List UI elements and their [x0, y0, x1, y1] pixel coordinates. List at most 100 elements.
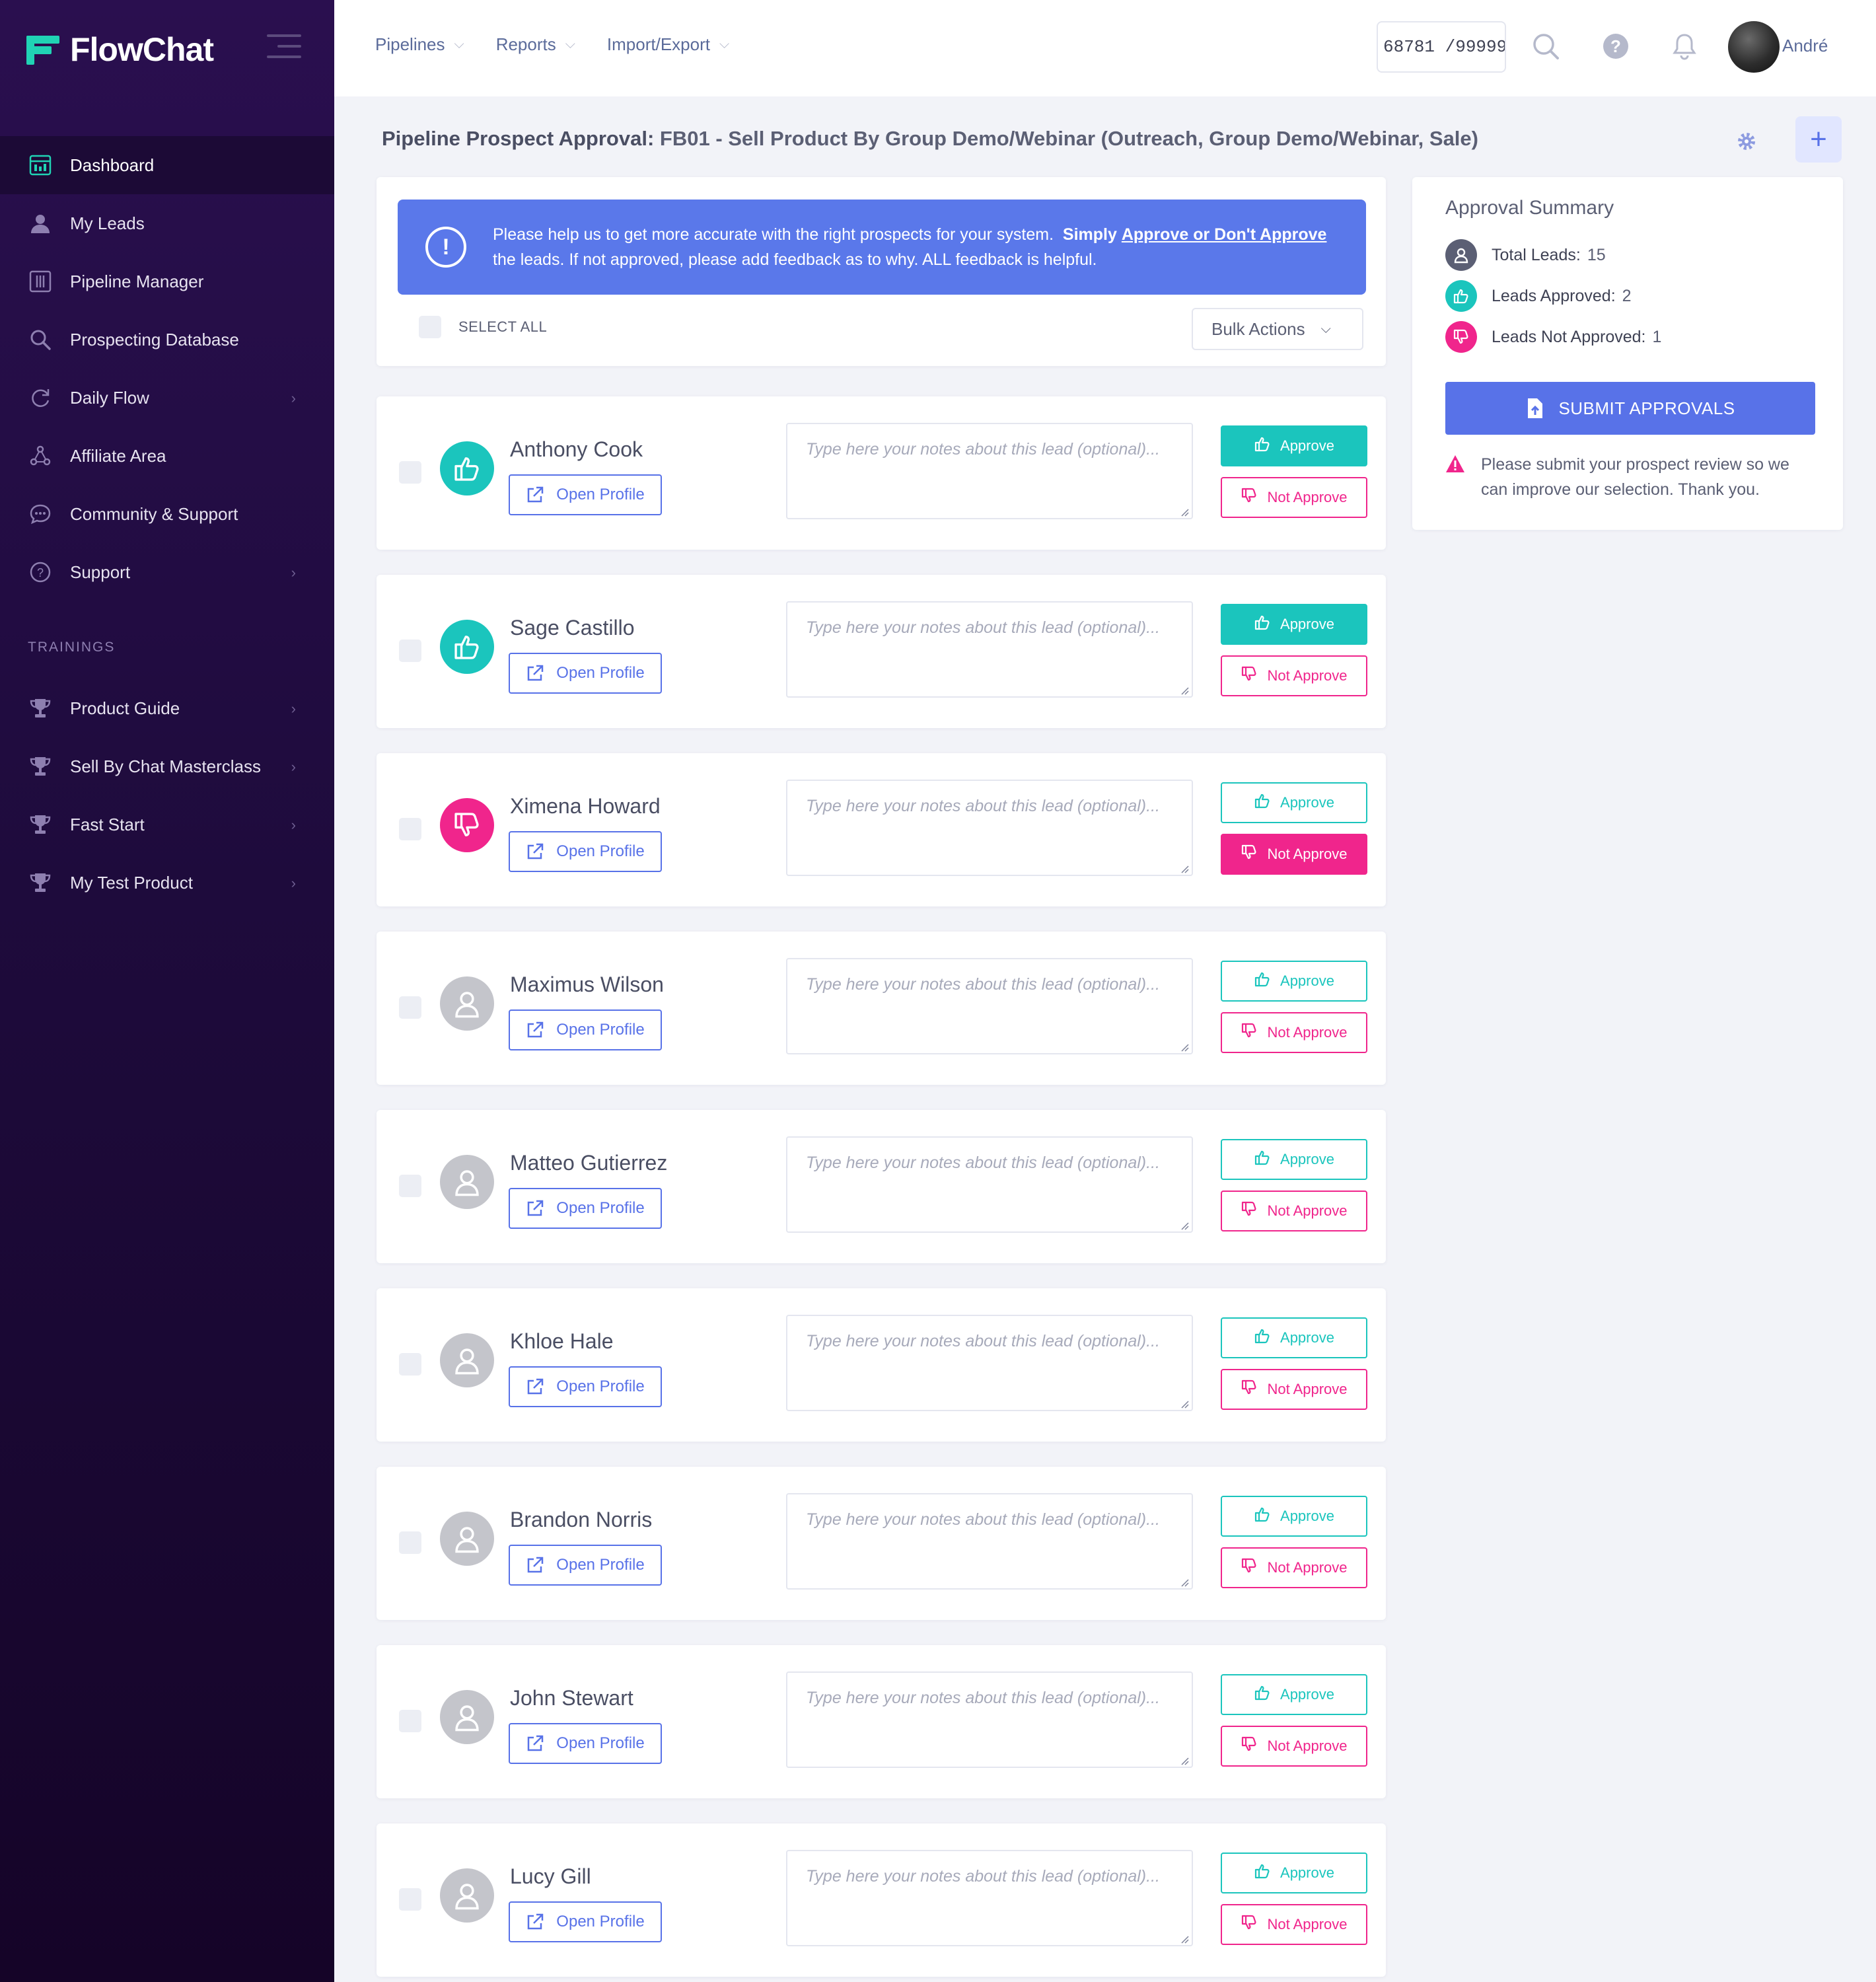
user-icon: [440, 976, 494, 1031]
external-link-icon: [528, 1735, 544, 1751]
resize-handle-icon[interactable]: [1180, 1221, 1189, 1230]
lead-checkbox[interactable]: [399, 1353, 421, 1376]
not-approve-button[interactable]: Not Approve: [1221, 834, 1367, 875]
open-profile-button[interactable]: Open Profile: [509, 1009, 662, 1050]
gear-icon[interactable]: [1728, 123, 1765, 160]
resize-handle-icon[interactable]: [1180, 1756, 1189, 1765]
lead-notes-input[interactable]: [786, 1315, 1193, 1411]
sidebar-item-label: Product Guide: [70, 698, 180, 718]
sidebar-item-my-leads[interactable]: My Leads: [0, 194, 334, 252]
menu-toggle-icon[interactable]: [267, 34, 301, 61]
sidebar-item-pipeline-manager[interactable]: Pipeline Manager: [0, 252, 334, 311]
lead-card: Anthony Cook Open Profile Approve Not Appro…: [377, 396, 1386, 550]
lead-checkbox[interactable]: [399, 996, 421, 1019]
page-title-rest: FB01 - Sell Product By Group Demo/Webina…: [659, 127, 1478, 150]
approve-button[interactable]: Approve: [1221, 1496, 1367, 1537]
not-approve-button[interactable]: Not Approve: [1221, 1012, 1367, 1053]
lead-checkbox[interactable]: [399, 1531, 421, 1554]
help-icon[interactable]: ?: [1600, 30, 1632, 62]
chevron-right-icon: ›: [291, 700, 296, 717]
submit-approvals-button[interactable]: SUBMIT APPROVALS: [1445, 382, 1815, 435]
not-approve-label: Not Approve: [1267, 489, 1348, 505]
resize-handle-icon[interactable]: [1180, 1934, 1189, 1944]
lead-checkbox[interactable]: [399, 461, 421, 484]
approve-button[interactable]: Approve: [1221, 1853, 1367, 1893]
sidebar-item-affiliate-area[interactable]: Affiliate Area: [0, 427, 334, 485]
lead-notes-input[interactable]: [786, 601, 1193, 698]
brand[interactable]: FlowChat: [26, 26, 214, 73]
sidebar-item-daily-flow[interactable]: Daily Flow ›: [0, 369, 334, 427]
topnav-import-export[interactable]: Import/Export ⌵: [607, 34, 729, 55]
not-approve-button[interactable]: Not Approve: [1221, 1547, 1367, 1588]
lead-name: John Stewart: [510, 1686, 633, 1710]
select-all[interactable]: SELECT ALL: [402, 316, 547, 338]
banner-link[interactable]: Approve or Don't Approve: [1122, 225, 1327, 244]
sidebar-item-sell-by-chat-masterclass[interactable]: Sell By Chat Masterclass ›: [0, 737, 334, 795]
refresh-icon: [28, 385, 53, 410]
approve-button[interactable]: Approve: [1221, 604, 1367, 645]
not-approve-button[interactable]: Not Approve: [1221, 1369, 1367, 1410]
open-profile-button[interactable]: Open Profile: [509, 1901, 662, 1942]
approve-button[interactable]: Approve: [1221, 1674, 1367, 1715]
sidebar-item-community-support[interactable]: Community & Support: [0, 485, 334, 543]
resize-handle-icon[interactable]: [1180, 507, 1189, 517]
not-approve-button[interactable]: Not Approve: [1221, 1904, 1367, 1945]
select-all-checkbox[interactable]: [419, 316, 441, 338]
approve-button[interactable]: Approve: [1221, 425, 1367, 466]
resize-handle-icon[interactable]: [1180, 686, 1189, 695]
resize-handle-icon[interactable]: [1180, 864, 1189, 873]
lead-notes-input[interactable]: [786, 1850, 1193, 1946]
not-approve-button[interactable]: Not Approve: [1221, 1191, 1367, 1231]
lead-notes-input[interactable]: [786, 958, 1193, 1054]
add-button[interactable]: +: [1795, 116, 1842, 163]
not-approve-button[interactable]: Not Approve: [1221, 1726, 1367, 1767]
lead-notes-input[interactable]: [786, 1493, 1193, 1590]
search-icon[interactable]: [1530, 30, 1562, 62]
not-approve-button[interactable]: Not Approve: [1221, 655, 1367, 696]
topnav-reports[interactable]: Reports ⌵: [496, 34, 575, 55]
lead-checkbox[interactable]: [399, 640, 421, 662]
resize-handle-icon[interactable]: [1180, 1578, 1189, 1587]
lead-checkbox[interactable]: [399, 1175, 421, 1197]
open-profile-button[interactable]: Open Profile: [509, 1188, 662, 1229]
user-name[interactable]: André: [1782, 36, 1828, 56]
lead-notes-input[interactable]: [786, 780, 1193, 876]
external-link-icon: [528, 665, 544, 681]
lead-name: Ximena Howard: [510, 794, 661, 818]
approve-button[interactable]: Approve: [1221, 1139, 1367, 1180]
lead-checkbox[interactable]: [399, 818, 421, 840]
open-profile-button[interactable]: Open Profile: [509, 1366, 662, 1407]
sidebar-item-dashboard[interactable]: Dashboard: [0, 136, 334, 194]
sidebar-item-prospecting-database[interactable]: Prospecting Database: [0, 311, 334, 369]
open-profile-button[interactable]: Open Profile: [509, 1545, 662, 1586]
open-profile-button[interactable]: Open Profile: [509, 1723, 662, 1764]
sidebar-item-fast-start[interactable]: Fast Start ›: [0, 795, 334, 854]
open-profile-button[interactable]: Open Profile: [509, 474, 662, 515]
avatar[interactable]: [1728, 21, 1780, 73]
bulk-actions-dropdown[interactable]: Bulk Actions ⌵: [1192, 308, 1363, 350]
lead-notes-input[interactable]: [786, 1136, 1193, 1233]
topnav-pipelines[interactable]: Pipelines ⌵: [375, 34, 464, 55]
lead-notes-input[interactable]: [786, 1671, 1193, 1768]
approve-button[interactable]: Approve: [1221, 961, 1367, 1002]
not-approve-button[interactable]: Not Approve: [1221, 477, 1367, 518]
resize-handle-icon[interactable]: [1180, 1043, 1189, 1052]
trophy-icon: [28, 754, 53, 779]
sidebar-item-support[interactable]: ? Support ›: [0, 543, 334, 601]
lead-notes-input[interactable]: [786, 423, 1193, 519]
account-id-field[interactable]: 68781 /999999: [1377, 21, 1506, 73]
lead-checkbox[interactable]: [399, 1710, 421, 1732]
resize-handle-icon[interactable]: [1180, 1399, 1189, 1409]
open-profile-button[interactable]: Open Profile: [509, 653, 662, 694]
sidebar-item-product-guide[interactable]: Product Guide ›: [0, 679, 334, 737]
file-upload-icon: [1528, 398, 1543, 418]
sidebar-item-my-test-product[interactable]: My Test Product ›: [0, 854, 334, 912]
bell-icon[interactable]: [1669, 30, 1700, 62]
approve-button[interactable]: Approve: [1221, 1317, 1367, 1358]
approve-label: Approve: [1280, 1329, 1334, 1346]
open-profile-button[interactable]: Open Profile: [509, 831, 662, 872]
lead-checkbox[interactable]: [399, 1888, 421, 1911]
approve-button[interactable]: Approve: [1221, 782, 1367, 823]
external-link-icon: [528, 1913, 544, 1930]
thumbs-up-icon: [1254, 1684, 1280, 1705]
